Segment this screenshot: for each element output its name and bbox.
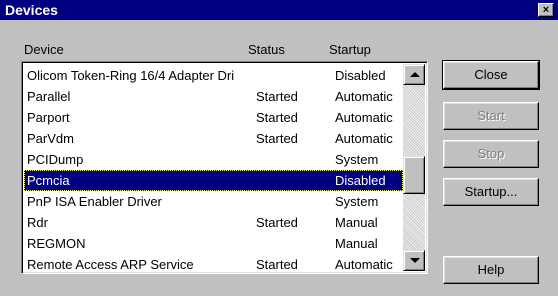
- arrow-down-icon: [410, 258, 420, 263]
- startup-button[interactable]: Startup...: [443, 178, 539, 206]
- device-startup: Disabled: [335, 173, 386, 188]
- device-row[interactable]: PnP ISA Enabler Driver System: [24, 191, 403, 212]
- device-startup: System: [335, 194, 379, 209]
- device-row[interactable]: Parallel Started Automatic: [24, 86, 403, 107]
- start-button[interactable]: Start: [443, 102, 539, 130]
- device-status: Started: [256, 89, 298, 104]
- device-name: REGMON: [27, 236, 86, 251]
- device-row[interactable]: Olicom Token-Ring 16/4 Adapter Dri Disabl…: [24, 65, 403, 86]
- close-button[interactable]: Close: [442, 60, 540, 90]
- device-column-header: Device: [24, 42, 64, 57]
- device-startup: Automatic: [335, 89, 393, 104]
- device-status: Started: [256, 110, 298, 125]
- device-startup: Disabled: [335, 68, 386, 83]
- device-row[interactable]: PCIDump System: [24, 149, 403, 170]
- device-name: Remote Access ARP Service: [27, 257, 194, 272]
- device-name: Parport: [27, 110, 70, 125]
- device-row[interactable]: REGMON Manual: [24, 233, 403, 254]
- device-row[interactable]: Remote Access ARP Service Started Automati…: [24, 254, 403, 273]
- scroll-up-button[interactable]: [403, 64, 425, 85]
- device-name: Rdr: [27, 215, 48, 230]
- device-status: Started: [256, 215, 298, 230]
- device-startup: Automatic: [335, 257, 393, 272]
- device-name: PCIDump: [27, 152, 84, 167]
- title-bar[interactable]: Devices ×: [0, 0, 558, 20]
- vertical-scrollbar[interactable]: [403, 64, 425, 271]
- stop-button[interactable]: Stop: [443, 140, 539, 168]
- device-row[interactable]: Pcmcia Disabled: [24, 170, 403, 191]
- device-status: Started: [256, 257, 298, 272]
- device-name: Parallel: [27, 89, 71, 104]
- window-title: Devices: [5, 2, 58, 18]
- scroll-down-button[interactable]: [403, 250, 425, 271]
- device-list[interactable]: Olicom Token-Ring 16/4 Adapter Dri Disabl…: [21, 61, 428, 274]
- device-row[interactable]: Rdr Started Manual: [24, 212, 403, 233]
- close-icon[interactable]: ×: [538, 3, 554, 17]
- device-status: Started: [256, 131, 298, 146]
- device-startup: Manual: [335, 236, 378, 251]
- arrow-up-icon: [410, 72, 420, 77]
- device-startup: Automatic: [335, 131, 393, 146]
- scroll-thumb[interactable]: [403, 156, 425, 194]
- device-name: Olicom Token-Ring 16/4 Adapter Dri: [27, 68, 235, 83]
- status-column-header: Status: [248, 42, 285, 57]
- device-row[interactable]: Parport Started Automatic: [24, 107, 403, 128]
- device-name: ParVdm: [27, 131, 74, 146]
- device-startup: Manual: [335, 215, 378, 230]
- device-rows: Olicom Token-Ring 16/4 Adapter Dri Disabl…: [24, 65, 403, 273]
- startup-column-header: Startup: [329, 42, 371, 57]
- device-name: PnP ISA Enabler Driver: [27, 194, 162, 209]
- device-startup: Automatic: [335, 110, 393, 125]
- device-row[interactable]: ParVdm Started Automatic: [24, 128, 403, 149]
- help-button[interactable]: Help: [443, 256, 539, 284]
- device-startup: System: [335, 152, 379, 167]
- device-name: Pcmcia: [27, 173, 70, 188]
